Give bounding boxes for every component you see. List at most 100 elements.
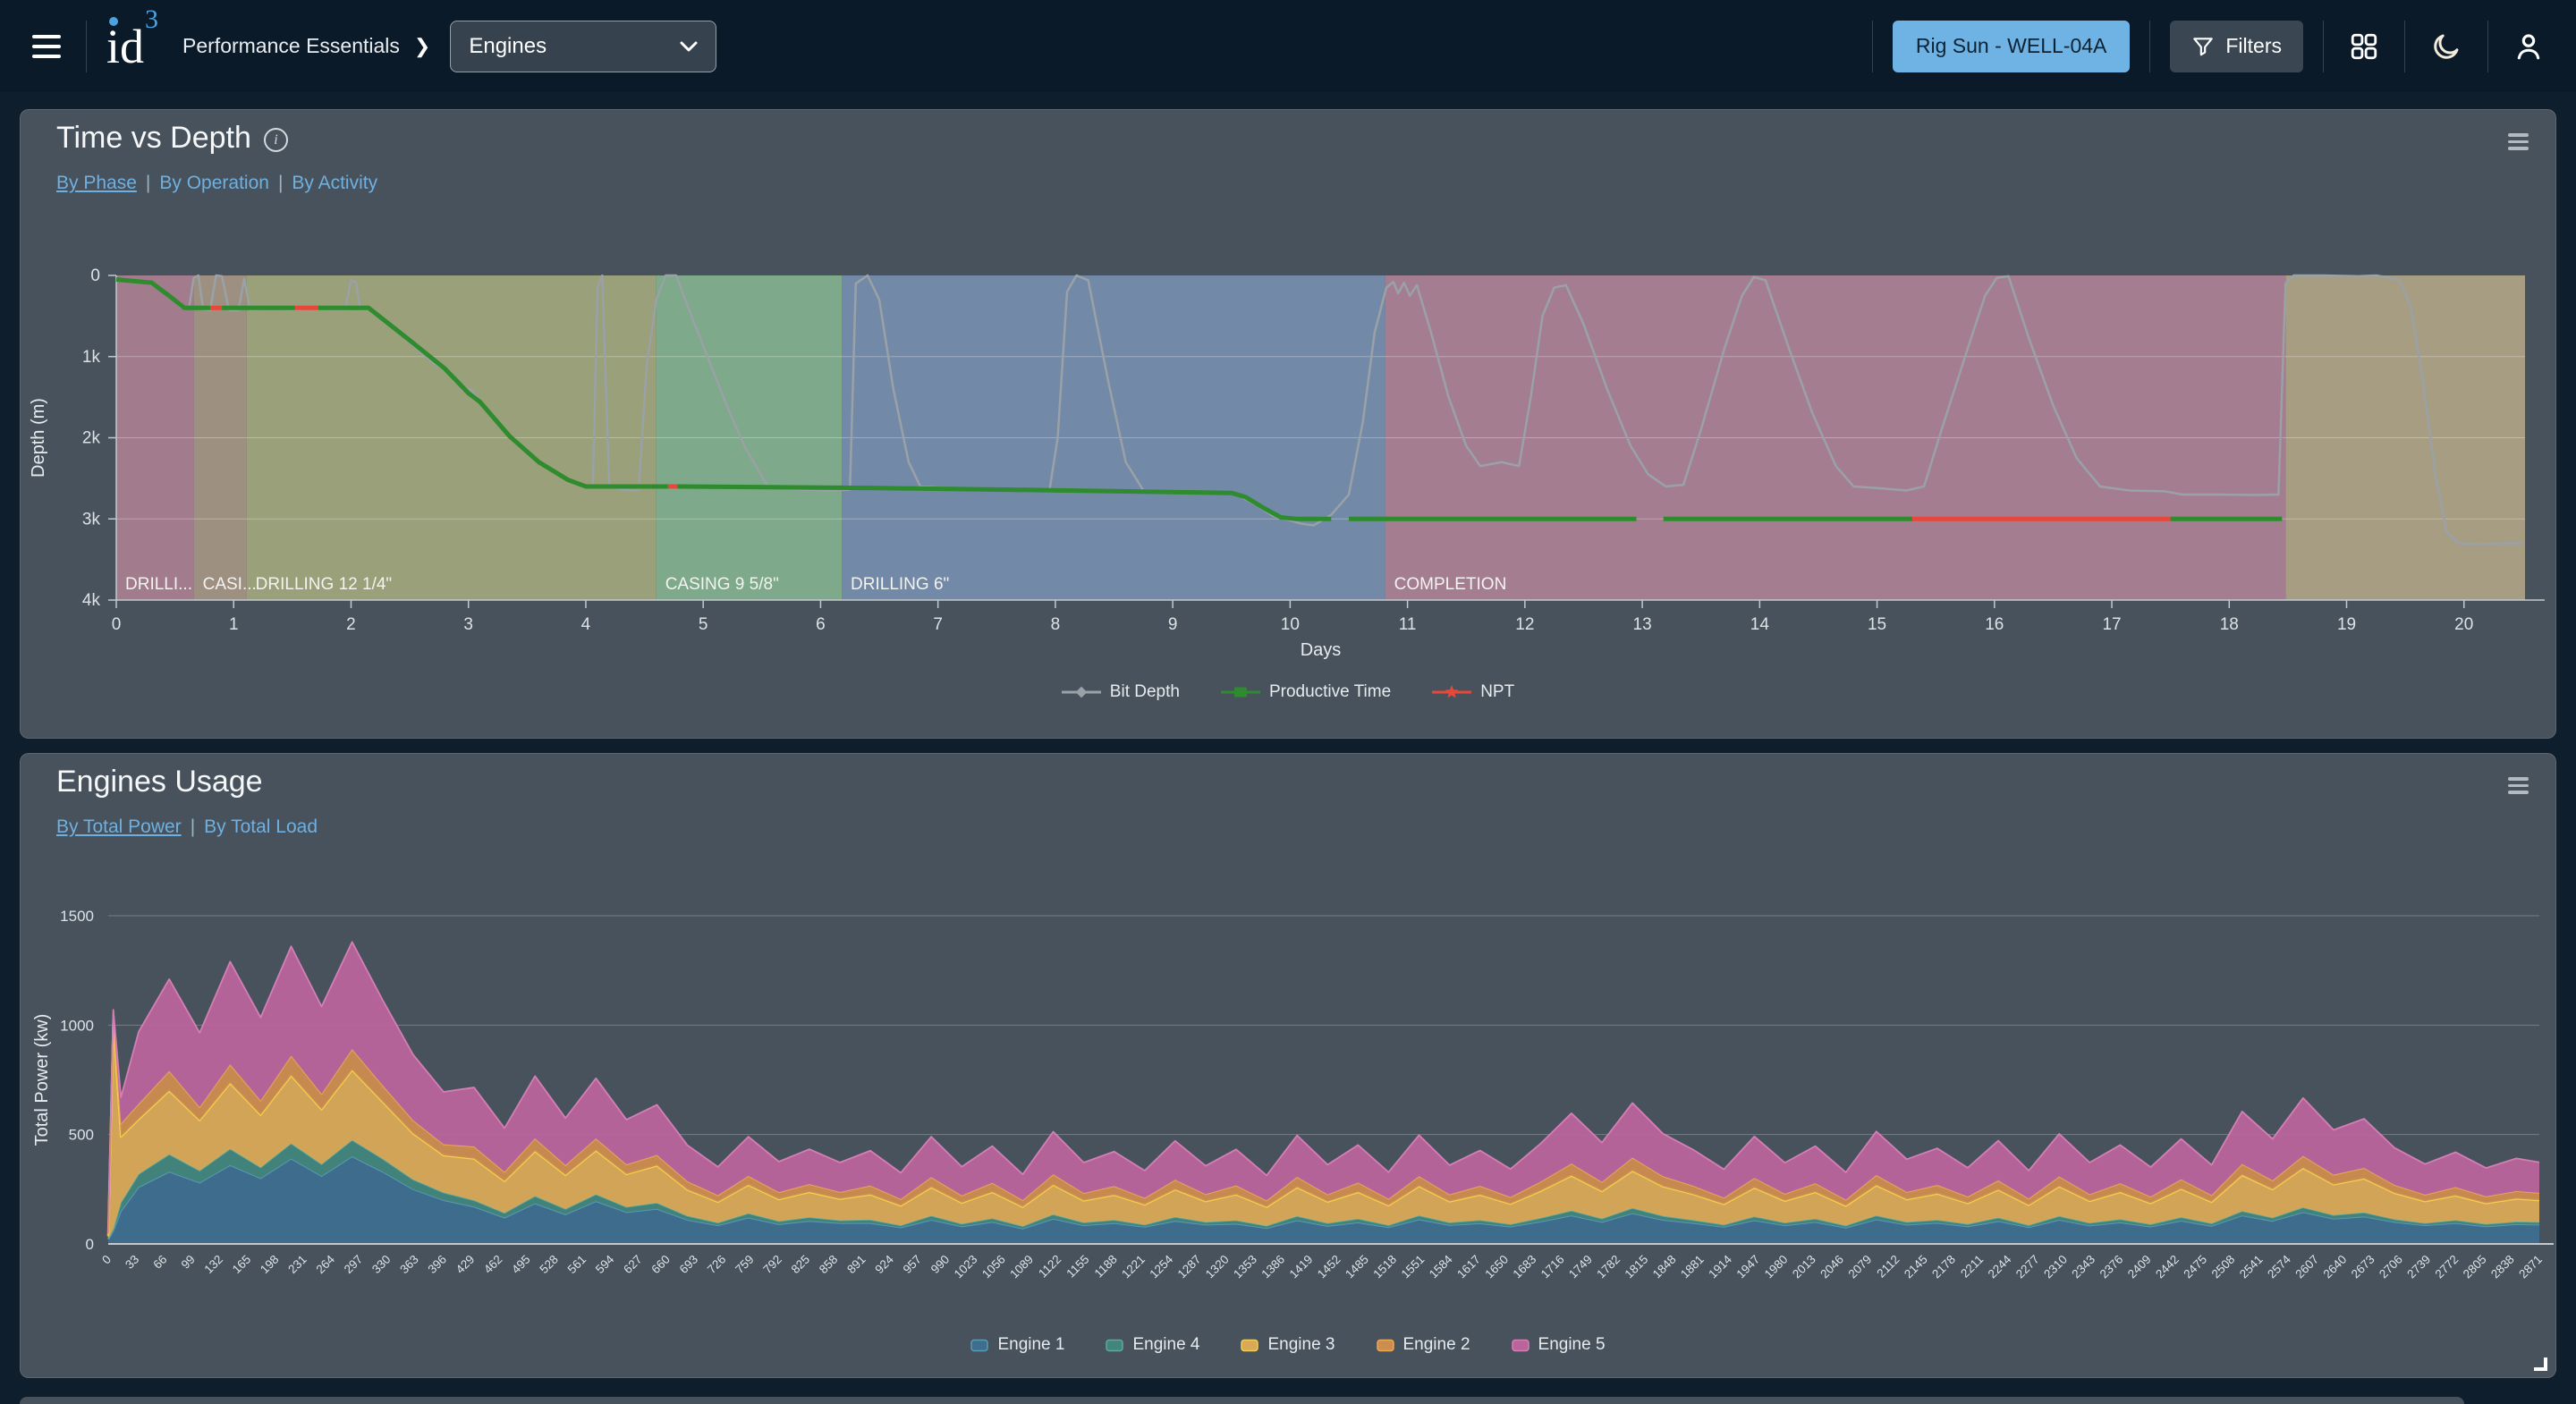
svg-text:20: 20 xyxy=(2454,615,2473,634)
logo-dot xyxy=(109,17,118,26)
diamond-marker-icon xyxy=(1062,685,1101,699)
svg-text:165: 165 xyxy=(230,1253,254,1277)
legend-label: Engine 2 xyxy=(1403,1335,1470,1355)
filter-icon xyxy=(2191,35,2215,58)
svg-text:1716: 1716 xyxy=(1538,1253,1567,1281)
svg-text:19: 19 xyxy=(2337,615,2356,634)
svg-text:2079: 2079 xyxy=(1845,1253,1874,1281)
legend-item-engine-4[interactable]: Engine 4 xyxy=(1106,1335,1199,1355)
user-button[interactable] xyxy=(2508,26,2549,67)
svg-text:1089: 1089 xyxy=(1007,1253,1036,1281)
time-vs-depth-legend: Bit Depth Productive Time NPT xyxy=(21,682,2555,702)
svg-text:759: 759 xyxy=(733,1253,757,1277)
svg-text:1881: 1881 xyxy=(1678,1253,1707,1281)
legend-label: Engine 5 xyxy=(1538,1335,1606,1355)
svg-text:Depth (m): Depth (m) xyxy=(29,398,48,478)
svg-text:0: 0 xyxy=(86,1236,94,1253)
svg-text:1947: 1947 xyxy=(1734,1253,1763,1281)
svg-text:396: 396 xyxy=(425,1253,449,1277)
app-logo: id3 xyxy=(106,22,163,71)
svg-text:2: 2 xyxy=(346,615,356,634)
svg-text:594: 594 xyxy=(593,1252,617,1276)
legend-item-engine-3[interactable]: Engine 3 xyxy=(1241,1335,1335,1355)
area-marker-icon xyxy=(1377,1339,1394,1352)
legend-label: Productive Time xyxy=(1269,682,1391,702)
header-divider xyxy=(2149,21,2150,72)
apps-grid-button[interactable] xyxy=(2343,26,2385,67)
svg-text:33: 33 xyxy=(123,1253,141,1272)
svg-text:2277: 2277 xyxy=(2013,1253,2042,1281)
legend-item-npt[interactable]: NPT xyxy=(1432,682,1514,702)
logo-text: id xyxy=(106,20,144,73)
svg-text:DRILLING 12 1/4": DRILLING 12 1/4" xyxy=(256,575,392,594)
svg-text:231: 231 xyxy=(285,1253,309,1277)
svg-text:11: 11 xyxy=(1399,615,1417,634)
svg-text:0: 0 xyxy=(99,1253,114,1267)
legend-item-engine-1[interactable]: Engine 1 xyxy=(970,1335,1064,1355)
svg-text:1749: 1749 xyxy=(1566,1253,1595,1281)
legend-label: Engine 1 xyxy=(997,1335,1064,1355)
svg-text:2343: 2343 xyxy=(2069,1253,2097,1281)
time-vs-depth-panel: Time vs Depth i By Phase | By Operation … xyxy=(20,109,2556,739)
svg-text:2211: 2211 xyxy=(1958,1253,1986,1281)
svg-text:2112: 2112 xyxy=(1874,1253,1902,1281)
svg-text:1056: 1056 xyxy=(979,1253,1008,1281)
svg-text:3k: 3k xyxy=(82,510,101,529)
svg-text:726: 726 xyxy=(705,1253,729,1277)
svg-text:1221: 1221 xyxy=(1119,1253,1148,1281)
svg-text:132: 132 xyxy=(202,1253,226,1277)
svg-text:627: 627 xyxy=(621,1253,645,1277)
legend-item-engine-5[interactable]: Engine 5 xyxy=(1512,1335,1606,1355)
header-divider xyxy=(86,21,87,72)
svg-text:1k: 1k xyxy=(82,348,101,367)
legend-item-bit-depth[interactable]: Bit Depth xyxy=(1062,682,1180,702)
svg-text:2409: 2409 xyxy=(2125,1253,2154,1281)
svg-text:CASING 9 5/8": CASING 9 5/8" xyxy=(665,575,779,594)
svg-text:1518: 1518 xyxy=(1370,1253,1399,1281)
legend-label: Bit Depth xyxy=(1110,682,1180,702)
svg-text:1155: 1155 xyxy=(1063,1253,1091,1281)
svg-text:2838: 2838 xyxy=(2488,1253,2517,1281)
svg-text:CASI...: CASI... xyxy=(203,575,257,594)
svg-text:297: 297 xyxy=(342,1253,366,1277)
header-divider xyxy=(2404,21,2405,72)
svg-text:2178: 2178 xyxy=(1929,1253,1958,1281)
svg-text:1782: 1782 xyxy=(1594,1253,1623,1281)
panel-resize-handle[interactable] xyxy=(2534,1357,2547,1371)
menu-button[interactable] xyxy=(27,30,66,63)
legend-item-engine-2[interactable]: Engine 2 xyxy=(1377,1335,1470,1355)
svg-text:2541: 2541 xyxy=(2237,1253,2266,1281)
rig-well-button[interactable]: Rig Sun - WELL-04A xyxy=(1893,21,2130,72)
header-actions: Rig Sun - WELL-04A Filters xyxy=(1872,21,2549,72)
svg-text:5: 5 xyxy=(699,615,708,634)
engines-usage-chart: 050010001500Total Power (kw)033669913216… xyxy=(21,754,2555,1377)
svg-text:1683: 1683 xyxy=(1511,1253,1539,1281)
svg-text:429: 429 xyxy=(453,1253,478,1277)
svg-text:17: 17 xyxy=(2102,615,2121,634)
area-marker-icon xyxy=(1241,1339,1258,1352)
svg-text:990: 990 xyxy=(928,1253,953,1277)
svg-text:1023: 1023 xyxy=(952,1253,980,1281)
svg-text:7: 7 xyxy=(933,615,943,634)
legend-label: NPT xyxy=(1480,682,1514,702)
chevron-down-icon xyxy=(680,41,698,52)
svg-text:1500: 1500 xyxy=(60,908,94,925)
svg-text:1: 1 xyxy=(229,615,239,634)
legend-label: Engine 3 xyxy=(1267,1335,1335,1355)
header-divider xyxy=(2487,21,2488,72)
svg-text:2706: 2706 xyxy=(2377,1253,2405,1281)
filters-button[interactable]: Filters xyxy=(2170,21,2303,72)
svg-text:1584: 1584 xyxy=(1427,1252,1455,1281)
svg-text:2442: 2442 xyxy=(2153,1253,2182,1281)
page-select[interactable]: Engines xyxy=(450,21,716,72)
svg-text:9: 9 xyxy=(1168,615,1178,634)
logo-sup: 3 xyxy=(145,4,158,34)
svg-text:1551: 1551 xyxy=(1399,1253,1428,1281)
apps-grid-icon xyxy=(2349,31,2379,62)
svg-text:1254: 1254 xyxy=(1147,1252,1175,1281)
svg-text:6: 6 xyxy=(816,615,826,634)
dark-mode-button[interactable] xyxy=(2425,25,2468,68)
legend-item-productive-time[interactable]: Productive Time xyxy=(1221,682,1391,702)
svg-text:Days: Days xyxy=(1301,640,1342,660)
svg-text:66: 66 xyxy=(150,1253,169,1272)
